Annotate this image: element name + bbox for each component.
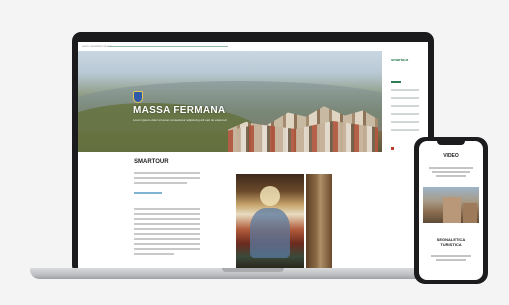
sidebar-nav-item[interactable] [391, 121, 419, 123]
intro-paragraph [134, 172, 200, 187]
artwork-halo [260, 186, 280, 206]
sidebar-nav-item[interactable] [391, 113, 419, 115]
browser-accent-line [108, 46, 228, 47]
phone-text-line [436, 259, 466, 261]
read-more-link[interactable] [134, 192, 200, 194]
phone-text-line [429, 167, 473, 169]
phone-screen: VIDEO SEGNALETICA TURISTICA [419, 141, 483, 280]
thumbnail-building [443, 197, 461, 223]
laptop-notch [222, 268, 284, 272]
section-heading: SMARTOUR [134, 159, 169, 165]
artwork-image [236, 174, 304, 270]
crest-icon [133, 91, 143, 103]
sidebar-logo[interactable]: smartour [391, 57, 408, 62]
sidebar-nav-item[interactable] [391, 97, 419, 99]
body-paragraph [134, 208, 200, 258]
thumbnail-building [463, 203, 477, 223]
artwork-figure [250, 208, 290, 258]
artwork-detail-image [306, 174, 332, 270]
language-flag-icon[interactable] [391, 147, 394, 150]
phone-subtitle-line-2: TURISTICA [440, 242, 462, 247]
sidebar-nav-item[interactable] [391, 129, 419, 131]
sidebar-nav-item[interactable] [391, 105, 419, 107]
phone-notch [437, 141, 465, 145]
browser-url[interactable]: www.massafermana.it [82, 44, 111, 48]
phone-text-line [436, 175, 466, 177]
hero-title: MASSA FERMANA [133, 105, 226, 116]
laptop-screen: www.massafermana.it MASSA FERMANA Lorem … [78, 42, 428, 270]
sidebar-nav-active[interactable] [391, 81, 401, 83]
hero-subtitle: Lorem ipsum dolor sit amet consectetur a… [133, 118, 227, 122]
phone-text-line [431, 255, 471, 257]
hero-banner: MASSA FERMANA Lorem ipsum dolor sit amet… [78, 51, 382, 152]
content-area: SMARTOUR [78, 152, 382, 270]
sidebar-nav-item[interactable] [391, 89, 419, 91]
phone-text-line [432, 171, 470, 173]
phone-section-title: VIDEO [443, 153, 459, 159]
phone-subtitle: SEGNALETICA TURISTICA [419, 237, 483, 247]
phone-video-thumbnail[interactable] [423, 187, 479, 223]
